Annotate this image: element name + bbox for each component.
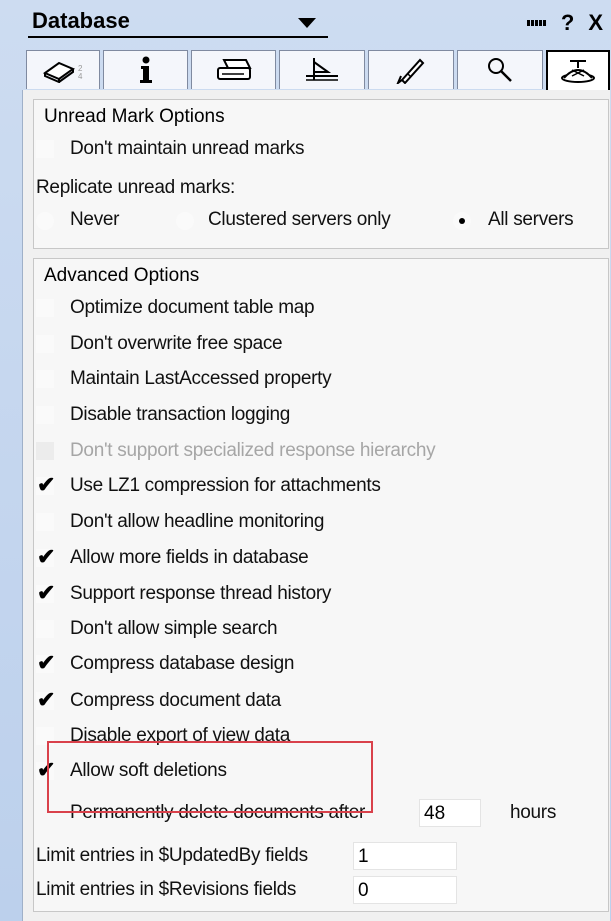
title-bar: Database ? X [0,0,611,48]
radio-all-servers[interactable] [453,212,471,230]
advanced-option-row[interactable]: Don't allow simple search [34,615,278,643]
tab-advanced[interactable] [546,50,610,92]
checkbox-label: Don't allow headline monitoring [70,511,325,532]
advanced-option-row[interactable]: ✔ Support response thread history [34,580,331,608]
section-title: Unread Mark Options [44,106,225,127]
revisions-field[interactable]: 0 [353,876,457,904]
propeller-hat-icon [561,60,595,83]
radio-selected-dot [459,218,465,224]
tab-bar: 2 4 [26,50,610,92]
radio-never[interactable] [36,212,54,230]
checkmark-icon: ✔ [37,650,56,675]
checkbox-label: Don't maintain unread marks [70,138,305,159]
checkbox-label: Support response thread history [70,583,332,604]
checkbox[interactable]: ✔ [36,650,55,675]
checkbox[interactable] [36,370,54,388]
checkbox-label: Compress document data [70,690,281,711]
checkbox[interactable]: ✔ [36,472,55,497]
tab-launch[interactable] [368,50,454,89]
properties-type-dropdown[interactable]: Database [28,6,328,38]
advanced-panel: Unread Mark Options Don't maintain unrea… [22,90,610,921]
chevron-down-icon [298,18,316,28]
checkbox[interactable]: ✔ [36,687,55,712]
tab-basics[interactable]: 2 4 [26,50,100,89]
radio-label-never: Never [70,209,120,230]
replicate-label: Replicate unread marks: [36,177,236,198]
unread-mark-section: Unread Mark Options Don't maintain unrea… [33,99,609,249]
dont-maintain-unread-checkbox[interactable]: Don't maintain unread marks [34,135,305,163]
checkbox-label: Optimize document table map [70,297,315,318]
section-title: Advanced Options [44,265,200,286]
close-icon[interactable]: X [588,12,603,34]
advanced-option-row[interactable]: Don't overwrite free space [34,330,283,358]
rocket-icon [396,58,425,84]
advanced-options-section: Advanced Options Optimize document table… [33,258,609,912]
advanced-option-row[interactable]: Maintain LastAccessed property [34,365,332,393]
radio-label-clustered: Clustered servers only [208,209,391,230]
checkbox [36,442,54,460]
replicate-radio-group: Never Clustered servers only All servers [34,207,608,235]
advanced-option-row: Don't support specialized response hiera… [34,437,436,465]
checkbox-label: Compress database design [70,653,295,674]
hours-label: hours [510,802,557,823]
delete-after-field[interactable]: 48 [419,799,481,827]
advanced-option-row[interactable]: Don't allow headline monitoring [34,508,324,536]
checkbox-label: Disable transaction logging [70,404,291,425]
properties-box: Database ? X 2 4 Unread Mark Options Don… [0,0,611,921]
checkbox-label: Use LZ1 compression for attachments [70,475,381,496]
radio-clustered[interactable] [176,212,194,230]
checkmark-icon: ✔ [37,472,56,497]
advanced-option-row[interactable]: ✔ Use LZ1 compression for attachments [34,472,381,500]
advanced-option-row[interactable]: ✔ Compress document data [34,687,281,715]
info-icon [139,56,152,83]
checkbox[interactable]: ✔ [36,544,55,569]
magnifier-icon [488,58,512,82]
checkbox[interactable] [36,406,54,424]
svg-text:4: 4 [78,72,83,81]
checkbox[interactable] [36,513,54,531]
properties-type-label: Database [32,8,130,33]
updated-by-field[interactable]: 1 [353,842,457,870]
tab-info[interactable] [103,50,188,89]
highlight-box [47,741,373,813]
advanced-option-row[interactable]: Optimize document table map [34,294,315,322]
checkbox-label: Don't allow simple search [70,618,278,639]
help-icon[interactable]: ? [561,12,574,34]
tab-design[interactable] [279,50,365,89]
checkbox[interactable] [36,299,54,317]
checkbox[interactable] [36,335,54,353]
checkbox[interactable]: ✔ [36,580,55,605]
radio-label-all-servers: All servers [488,209,574,230]
advanced-option-row[interactable]: Disable transaction logging [34,401,290,429]
updated-by-label: Limit entries in $UpdatedBy fields [36,845,308,866]
checkbox[interactable] [36,140,54,158]
tab-full-text[interactable] [457,50,543,89]
dock-icon[interactable] [526,20,547,26]
advanced-option-row[interactable]: ✔ Allow more fields in database [34,544,309,572]
printer-icon [216,59,252,80]
checkbox-label: Maintain LastAccessed property [70,368,332,389]
checkmark-icon: ✔ [37,580,56,605]
advanced-option-row[interactable]: ✔ Compress database design [34,650,294,678]
drafting-icon [306,58,338,81]
revisions-label: Limit entries in $Revisions fields [36,879,297,900]
tab-printing[interactable] [191,50,276,89]
checkmark-icon: ✔ [37,544,56,569]
checkbox-label: Don't support specialized response hiera… [70,440,436,461]
checkbox[interactable] [36,620,54,638]
checkbox-label: Allow more fields in database [70,547,309,568]
checkmark-icon: ✔ [37,687,56,712]
checkbox-label: Don't overwrite free space [70,333,283,354]
eraser-icon: 2 4 [42,61,83,83]
